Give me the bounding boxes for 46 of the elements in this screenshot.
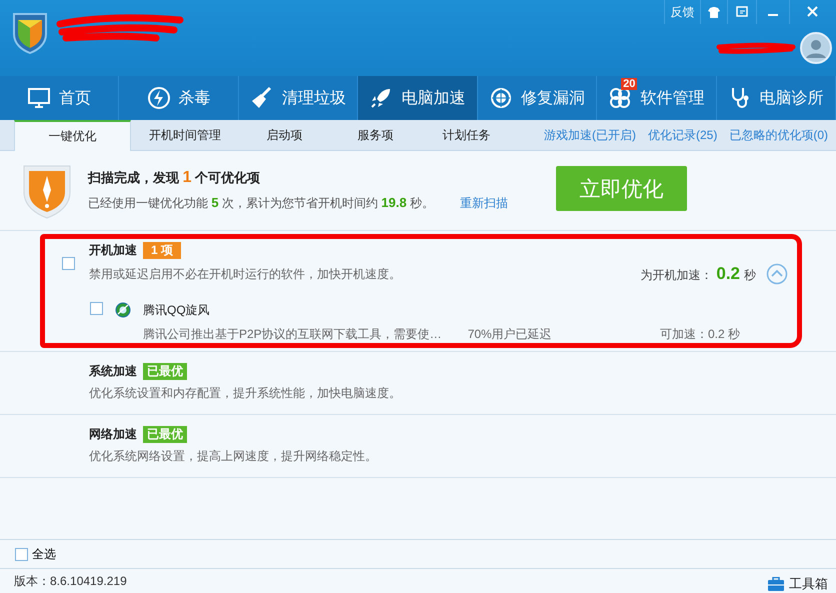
shield-logo	[12, 12, 48, 54]
sub-tab[interactable]: 一键优化	[14, 120, 131, 151]
gain-unit: 秒	[744, 267, 756, 284]
feedback-button[interactable]: 反馈	[664, 0, 700, 24]
group-description: 优化系统网络设置，提高上网速度，提升网络稳定性。	[89, 448, 377, 465]
globe-icon	[115, 302, 131, 318]
sub-tab[interactable]: 启动项	[239, 120, 330, 150]
count-badge: 20	[621, 78, 638, 90]
sub-tab[interactable]: 开机时间管理	[131, 120, 239, 150]
lightning-icon	[146, 86, 171, 110]
version-text: 版本：8.6.10419.219	[14, 572, 127, 590]
group-description: 优化系统设置和内存配置，提升系统性能，加快电脑速度。	[89, 385, 401, 402]
select-all-label[interactable]: 全选	[32, 546, 56, 562]
rescan-link[interactable]: 重新扫描	[460, 195, 508, 212]
optimize-now-button[interactable]: 立即优化	[556, 166, 687, 211]
delay-stat: 70%用户已延迟	[468, 326, 552, 343]
gain-label: 为开机加速：	[640, 267, 712, 284]
sub-tab[interactable]: 服务项	[330, 120, 421, 150]
scan-summary: 已经使用一键优化功能 5 次，累计为您节省开机时间约 19.8 秒。	[88, 195, 434, 212]
header-link[interactable]: 游戏加速(已开启)	[544, 126, 636, 144]
toolbox-icon	[767, 577, 785, 591]
toolbox-button[interactable]: 工具箱	[767, 569, 828, 593]
checkbox[interactable]	[62, 257, 75, 270]
monitor-icon	[27, 86, 52, 110]
group-description: 禁用或延迟启用不必在开机时运行的软件，加快开机速度。	[89, 266, 401, 282]
header-link[interactable]: 已忽略的优化项(0)	[729, 126, 828, 144]
nav-tab[interactable]: 电脑加速	[358, 76, 478, 120]
software-name: 腾讯QQ旋风	[143, 302, 211, 319]
group-title: 网络加速	[89, 426, 137, 442]
scan-result-title: 扫描完成，发现 1 个可优化项	[88, 169, 262, 187]
software-description: 腾讯公司推出基于P2P协议的互联网下载工具，需要使…	[143, 326, 442, 343]
checkbox[interactable]	[15, 548, 28, 560]
avatar-icon	[800, 32, 832, 64]
sub-tab[interactable]: 计划任务	[421, 120, 512, 150]
clover-icon	[608, 86, 632, 110]
group-title: 开机加速	[89, 242, 137, 258]
status-badge: 已最优	[143, 426, 187, 442]
checkbox[interactable]	[90, 302, 103, 315]
count-badge: 1 项	[143, 242, 182, 258]
item-gain: 可加速：0.2 秒	[660, 326, 740, 343]
crosshair-icon	[488, 86, 513, 110]
header-link[interactable]: 优化记录(25)	[648, 126, 718, 144]
status-badge: 已最优	[143, 362, 187, 380]
group-title: 系统加速	[89, 362, 137, 380]
gain-value: 0.2	[716, 264, 740, 284]
collapse-icon[interactable]	[766, 263, 788, 285]
